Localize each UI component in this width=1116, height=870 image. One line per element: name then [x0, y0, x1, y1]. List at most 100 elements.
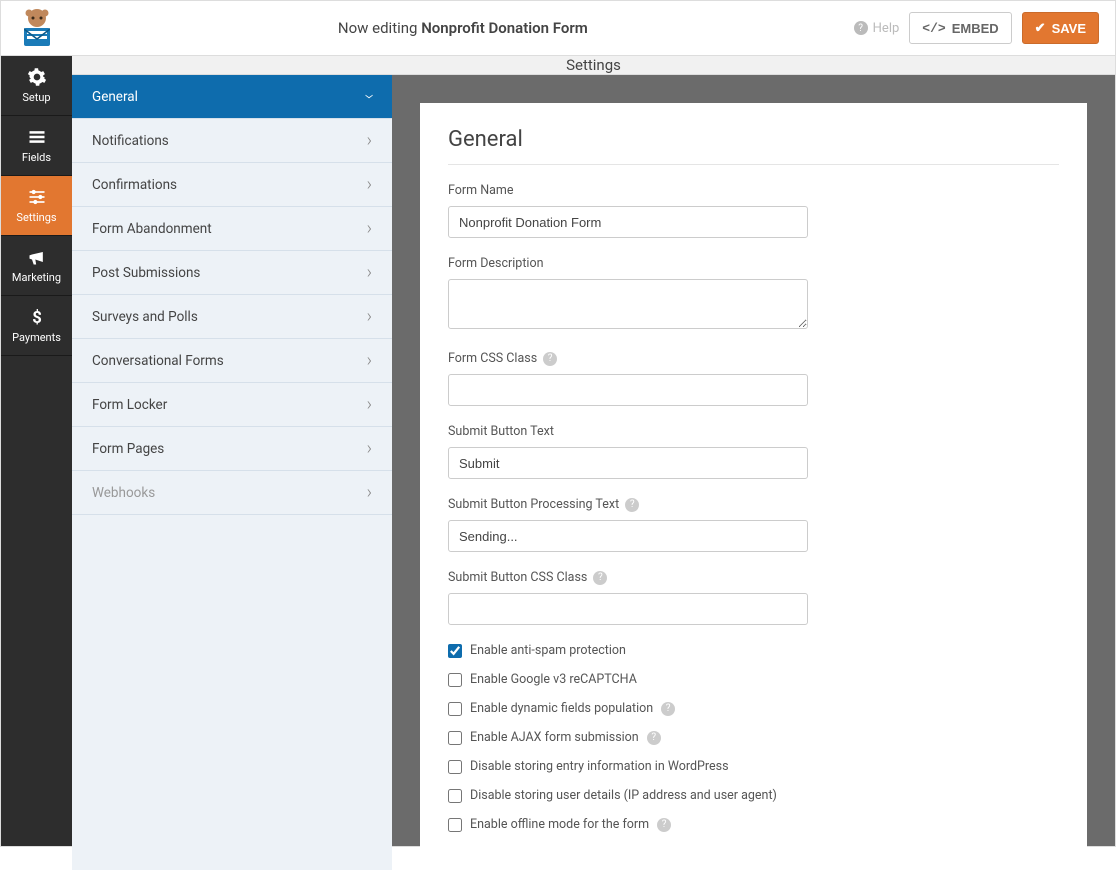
checkbox[interactable]	[448, 702, 462, 716]
settings-item-surveys-and-polls[interactable]: Surveys and Polls ›	[72, 295, 392, 339]
field-css-class: Form CSS Class ?	[448, 351, 1059, 406]
embed-button[interactable]: </> EMBED	[909, 12, 1011, 44]
help-icon[interactable]: ?	[625, 498, 639, 512]
form-desc-input[interactable]	[448, 279, 808, 329]
chevron-right-icon: ›	[359, 94, 380, 99]
settings-item-label: Post Submissions	[92, 265, 200, 281]
check-row: Disable storing user details (IP address…	[448, 788, 1059, 803]
field-form-desc: Form Description	[448, 256, 1059, 333]
submit-proc-label: Submit Button Processing Text ?	[448, 497, 1059, 512]
top-actions: ? Help </> EMBED ✔ SAVE	[854, 12, 1115, 44]
check-row: Enable Google v3 reCAPTCHA	[448, 672, 1059, 687]
form-panel-wrap: General Form Name Form Description Form …	[392, 75, 1115, 870]
field-submit-text: Submit Button Text	[448, 424, 1059, 479]
css-class-input[interactable]	[448, 374, 808, 406]
help-icon[interactable]: ?	[661, 702, 675, 716]
editing-form-title: Nonprofit Donation Form	[421, 19, 588, 37]
nav-fields[interactable]: Fields	[1, 116, 72, 176]
submit-css-input[interactable]	[448, 593, 808, 625]
settings-item-form-locker[interactable]: Form Locker›	[72, 383, 392, 427]
settings-item-post-submissions[interactable]: Post Submissions ›	[72, 251, 392, 295]
form-desc-label: Form Description	[448, 256, 1059, 271]
editing-prefix: Now editing	[338, 19, 421, 37]
settings-item-label: Form Pages	[92, 441, 164, 457]
settings-header-text: Settings	[566, 56, 621, 74]
settings-item-label: Confirmations	[92, 177, 177, 193]
submit-css-label: Submit Button CSS Class ?	[448, 570, 1059, 585]
logo-area	[1, 1, 72, 56]
settings-item-label: General	[92, 89, 138, 105]
panel-title: General	[448, 127, 1059, 165]
settings-item-label: Webhooks	[92, 485, 155, 501]
chevron-right-icon: ›	[367, 306, 372, 327]
field-submit-proc: Submit Button Processing Text ?	[448, 497, 1059, 552]
help-icon[interactable]: ?	[543, 352, 557, 366]
chevron-right-icon: ›	[367, 438, 372, 459]
main-layout: Setup Fields Settings Marketing $ Paymen…	[1, 56, 1115, 846]
nav-payments[interactable]: $ Payments	[1, 296, 72, 356]
help-icon[interactable]: ?	[647, 731, 661, 745]
css-class-label: Form CSS Class ?	[448, 351, 1059, 366]
settings-item-label: Conversational Forms	[92, 353, 224, 369]
nav-payments-label: Payments	[12, 331, 61, 344]
field-form-name: Form Name	[448, 183, 1059, 238]
chevron-right-icon: ›	[367, 218, 372, 239]
form-name-input[interactable]	[448, 206, 808, 238]
submit-css-label-text: Submit Button CSS Class	[448, 570, 587, 585]
chevron-right-icon: ›	[367, 262, 372, 283]
settings-body: General›Notifications›Confirmations›Form…	[72, 75, 1115, 870]
save-button[interactable]: ✔ SAVE	[1022, 12, 1099, 44]
sliders-icon	[27, 187, 47, 207]
settings-item-form-pages[interactable]: Form Pages ›	[72, 427, 392, 471]
chevron-right-icon: ›	[367, 350, 372, 371]
settings-item-notifications[interactable]: Notifications›	[72, 119, 392, 163]
gear-icon	[27, 67, 47, 87]
megaphone-icon	[27, 247, 47, 267]
submit-proc-input[interactable]	[448, 520, 808, 552]
form-panel: General Form Name Form Description Form …	[420, 103, 1087, 870]
checkbox[interactable]	[448, 760, 462, 774]
settings-item-general[interactable]: General ›	[72, 75, 392, 119]
settings-header-bar: Settings	[72, 56, 1115, 75]
chevron-right-icon: ›	[367, 130, 372, 151]
list-icon	[27, 127, 47, 147]
nav-fields-label: Fields	[22, 151, 51, 164]
editing-header: Now editing Nonprofit Donation Form	[72, 19, 854, 37]
css-class-label-text: Form CSS Class	[448, 351, 537, 366]
settings-item-conversational-forms[interactable]: Conversational Forms ›	[72, 339, 392, 383]
dollar-icon: $	[27, 307, 47, 327]
settings-sidebar: General›Notifications›Confirmations›Form…	[72, 75, 392, 870]
chevron-right-icon: ›	[367, 394, 372, 415]
check-label: Enable Google v3 reCAPTCHA	[470, 672, 637, 687]
content-area: Settings General›Notifications›Confirmat…	[72, 56, 1115, 846]
settings-item-label: Surveys and Polls	[92, 309, 198, 325]
nav-setup-label: Setup	[22, 91, 50, 104]
settings-item-form-abandonment[interactable]: Form Abandonment›	[72, 207, 392, 251]
settings-item-webhooks[interactable]: Webhooks ›	[72, 471, 392, 515]
nav-settings-label: Settings	[16, 211, 56, 224]
check-label: Disable storing user details (IP address…	[470, 788, 777, 803]
checkbox[interactable]	[448, 731, 462, 745]
check-row: Enable AJAX form submission?	[448, 730, 1059, 745]
help-icon[interactable]: ?	[657, 818, 671, 832]
checkbox[interactable]	[448, 789, 462, 803]
submit-text-input[interactable]	[448, 447, 808, 479]
chevron-right-icon: ›	[367, 482, 372, 503]
nav-settings[interactable]: Settings	[1, 176, 72, 236]
nav-setup[interactable]: Setup	[1, 56, 72, 116]
checkbox[interactable]	[448, 818, 462, 832]
field-submit-css: Submit Button CSS Class ?	[448, 570, 1059, 625]
help-link[interactable]: ? Help	[854, 21, 900, 36]
checkbox[interactable]	[448, 673, 462, 687]
nav-marketing[interactable]: Marketing	[1, 236, 72, 296]
checks-container: Enable anti-spam protectionEnable Google…	[448, 643, 1059, 832]
check-label: Enable offline mode for the form	[470, 817, 649, 832]
submit-proc-label-text: Submit Button Processing Text	[448, 497, 619, 512]
code-icon: </>	[922, 21, 945, 36]
checkbox[interactable]	[448, 644, 462, 658]
settings-item-confirmations[interactable]: Confirmations›	[72, 163, 392, 207]
help-icon: ?	[854, 21, 868, 35]
form-name-label: Form Name	[448, 183, 1059, 198]
check-label: Enable AJAX form submission	[470, 730, 639, 745]
help-icon[interactable]: ?	[593, 571, 607, 585]
